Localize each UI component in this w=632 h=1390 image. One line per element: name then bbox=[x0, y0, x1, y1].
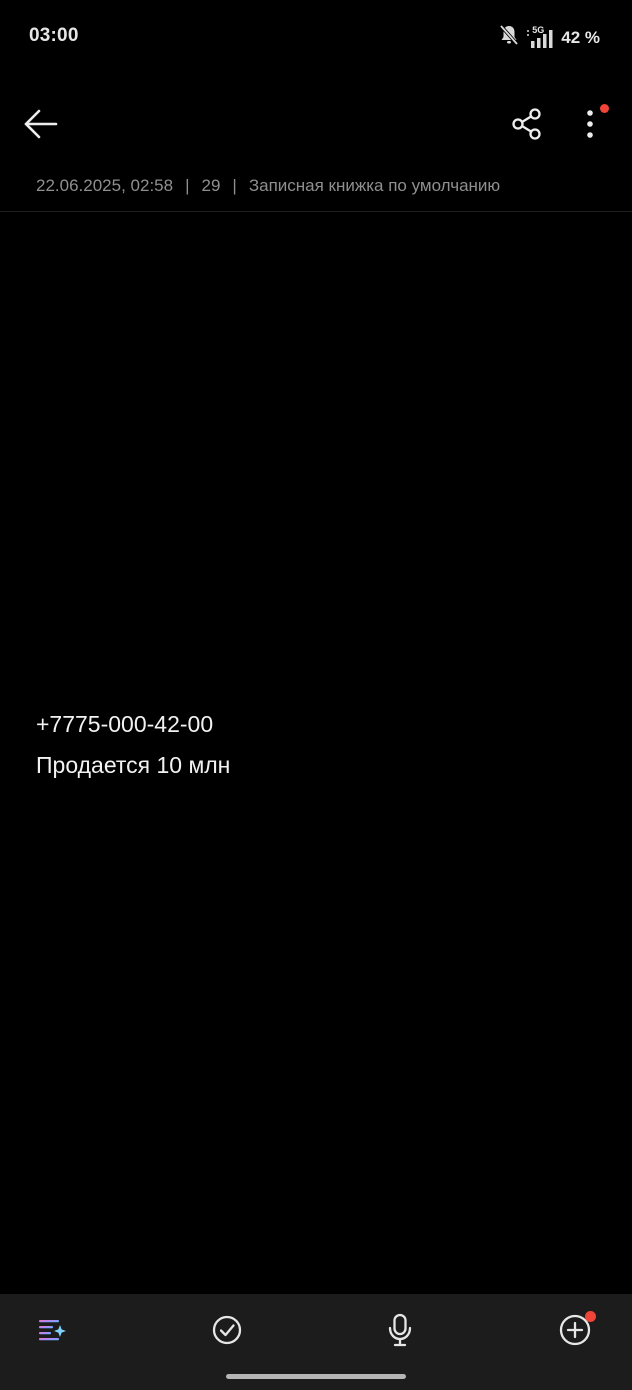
ai-assist-button[interactable] bbox=[31, 1308, 75, 1352]
bell-mute-icon bbox=[499, 24, 519, 51]
more-vert-icon bbox=[587, 110, 593, 138]
checklist-button[interactable] bbox=[205, 1308, 249, 1352]
status-bar: 03:00 5G 42 % bbox=[0, 0, 632, 74]
battery-level: 42 % bbox=[561, 27, 600, 47]
note-meta: 22.06.2025, 02:58 | 29 | Записная книжка… bbox=[36, 176, 500, 196]
home-indicator[interactable] bbox=[226, 1374, 406, 1379]
microphone-icon bbox=[388, 1313, 412, 1347]
checklist-icon bbox=[212, 1315, 242, 1345]
status-time: 03:00 bbox=[29, 25, 79, 46]
back-button[interactable] bbox=[18, 104, 64, 144]
ai-sparkle-icon bbox=[39, 1320, 66, 1341]
note-char-count: 29 bbox=[201, 176, 221, 195]
share-button[interactable] bbox=[505, 102, 549, 146]
voice-record-button[interactable] bbox=[378, 1308, 422, 1352]
note-body[interactable]: +7775-000-42-00 Продается 10 млн bbox=[36, 704, 230, 786]
meta-separator: | bbox=[185, 176, 190, 195]
status-icons: 5G 42 % bbox=[499, 24, 600, 51]
back-arrow-icon bbox=[24, 109, 58, 139]
notebook-name[interactable]: Записная книжка по умолчанию bbox=[249, 176, 500, 196]
share-icon bbox=[512, 108, 541, 140]
divider bbox=[0, 211, 632, 212]
notification-badge bbox=[585, 1311, 596, 1322]
add-button[interactable] bbox=[553, 1308, 597, 1352]
signal-icon: 5G bbox=[525, 25, 555, 49]
more-options-button[interactable] bbox=[570, 102, 610, 146]
note-line[interactable]: +7775-000-42-00 bbox=[36, 704, 230, 745]
note-toolbar bbox=[0, 92, 632, 156]
meta-separator: | bbox=[232, 176, 237, 195]
bottom-toolbar bbox=[0, 1294, 632, 1390]
notification-badge bbox=[600, 104, 609, 113]
note-datetime: 22.06.2025, 02:58 bbox=[36, 176, 174, 195]
note-line[interactable]: Продается 10 млн bbox=[36, 745, 230, 786]
